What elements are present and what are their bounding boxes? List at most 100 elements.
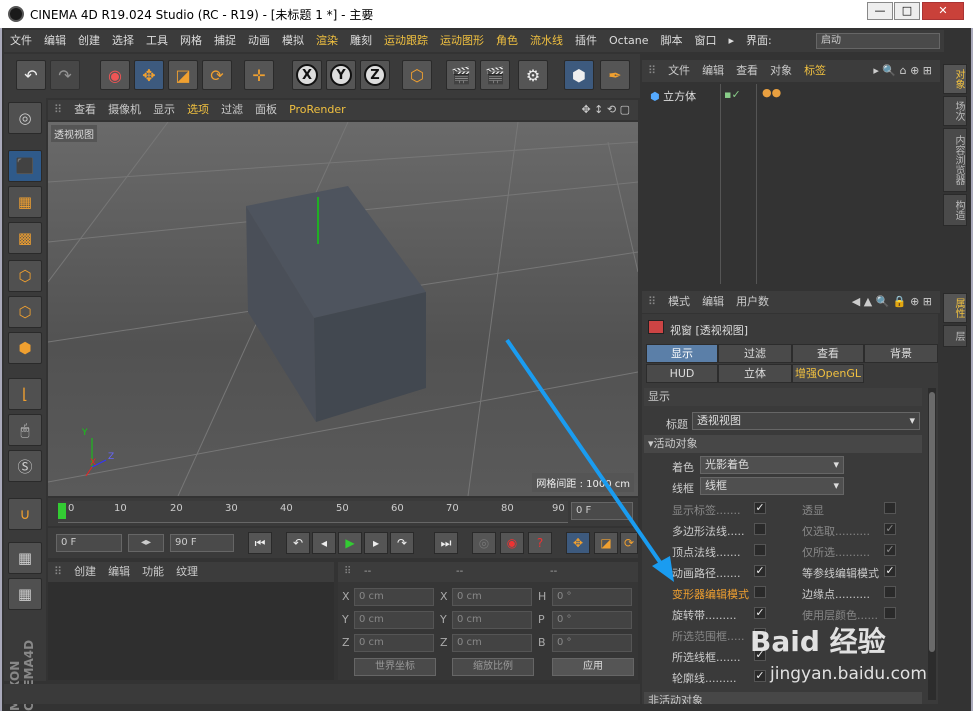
tab-stereo[interactable]: 立体 xyxy=(718,364,792,383)
object-row-cube[interactable]: ⬢ 立方体 xyxy=(650,88,696,104)
render-settings-icon[interactable]: ⚙ xyxy=(518,60,548,90)
menu-select[interactable]: 选择 xyxy=(106,30,140,52)
om-menu-file[interactable]: 文件 xyxy=(662,60,696,82)
om-menu-edit[interactable]: 编辑 xyxy=(696,60,730,82)
position-y-field[interactable]: 0 cm xyxy=(354,611,434,629)
polygon-normals-checkbox[interactable] xyxy=(754,523,766,535)
rotation-band-checkbox[interactable]: ✓ xyxy=(754,607,766,619)
keyframe-help-icon[interactable]: ? xyxy=(528,532,552,554)
maximize-button[interactable]: □ xyxy=(894,2,920,20)
size-y-field[interactable]: 0 cm xyxy=(452,611,532,629)
tab-layers[interactable]: 层 xyxy=(943,325,967,347)
coordinate-system-icon[interactable]: ⬡ xyxy=(402,60,432,90)
render-picture-viewer-icon[interactable]: 🎬 xyxy=(480,60,510,90)
rotation-b-field[interactable]: 0 ° xyxy=(552,634,632,652)
tab-content-browser[interactable]: 内容浏览器 xyxy=(943,128,967,192)
menu-snap[interactable]: 捕捉 xyxy=(208,30,242,52)
key-rotation-icon[interactable]: ⟳ xyxy=(620,532,638,554)
menu-edit[interactable]: 编辑 xyxy=(38,30,72,52)
visibility-check-icon[interactable]: ▪✓ xyxy=(724,88,741,101)
perspective-viewport[interactable]: Y Z X 透视视图 网格间距 : 1000 cm xyxy=(48,122,638,496)
texture-mode-icon[interactable]: ▦ xyxy=(8,186,42,218)
tab-hud[interactable]: HUD xyxy=(646,364,718,383)
only-selected-checkbox[interactable]: ✓ xyxy=(884,544,896,556)
make-editable-icon[interactable]: ◎ xyxy=(8,102,42,134)
cube-primitive-icon[interactable]: ⬢ xyxy=(564,60,594,90)
menu-motion-tracker[interactable]: 运动跟踪 xyxy=(378,30,434,52)
vertex-normals-checkbox[interactable] xyxy=(754,544,766,556)
viewport-menu-panel[interactable]: 面板 xyxy=(249,100,283,120)
menu-create[interactable]: 创建 xyxy=(72,30,106,52)
isoline-edit-checkbox[interactable]: ✓ xyxy=(884,565,896,577)
menu-simulate[interactable]: 模拟 xyxy=(276,30,310,52)
animation-path-checkbox[interactable]: ✓ xyxy=(754,565,766,577)
workplane-mode-icon[interactable]: ▩ xyxy=(8,222,42,254)
size-z-field[interactable]: 0 cm xyxy=(452,634,532,652)
move-icon[interactable]: ✥ xyxy=(134,60,164,90)
key-position-icon[interactable]: ✥ xyxy=(566,532,590,554)
om-menu-objects[interactable]: 对象 xyxy=(764,60,798,82)
position-x-field[interactable]: 0 cm xyxy=(354,588,434,606)
tab-attributes[interactable]: 属性 xyxy=(943,293,967,323)
next-key-icon[interactable]: ↷ xyxy=(390,532,414,554)
tab-view[interactable]: 查看 xyxy=(792,344,864,363)
am-tool-icons[interactable]: ◀ ▲ 🔍 🔒 ⊕ ⊞ xyxy=(846,291,938,313)
am-menu-userdata[interactable]: 用户数 xyxy=(730,291,775,313)
timeline-ruler[interactable]: 0 10 20 30 40 50 60 70 80 90 xyxy=(58,501,568,523)
menu-animate[interactable]: 动画 xyxy=(242,30,276,52)
section-active-object[interactable]: ▾活动对象 xyxy=(644,435,922,453)
size-x-field[interactable]: 0 cm xyxy=(452,588,532,606)
shading-select[interactable]: 光影着色 xyxy=(700,456,844,474)
edge-points-checkbox[interactable] xyxy=(884,586,896,598)
menu-script[interactable]: 脚本 xyxy=(655,30,689,52)
viewport-nav-icons[interactable]: ✥ ↕ ⟲ ▢ xyxy=(575,100,636,120)
deformer-edit-mode-checkbox[interactable] xyxy=(754,586,766,598)
title-field[interactable]: 透视视图 xyxy=(692,412,920,430)
start-frame-field[interactable]: 0 F xyxy=(56,534,122,552)
attribute-scrollbar[interactable] xyxy=(928,388,936,700)
live-select-icon[interactable]: ◉ xyxy=(100,60,130,90)
z-axis-lock-icon[interactable]: Z xyxy=(360,60,390,90)
record-disabled-icon[interactable]: ◎ xyxy=(472,532,496,554)
end-frame-field[interactable]: 90 F xyxy=(170,534,234,552)
viewport-menu-options[interactable]: 选项 xyxy=(181,100,215,120)
menu-plugins[interactable]: 插件 xyxy=(569,30,603,52)
edges-mode-icon[interactable]: ⬡ xyxy=(8,296,42,328)
menu-window[interactable]: 窗口 xyxy=(689,30,723,52)
x-axis-lock-icon[interactable]: X xyxy=(292,60,322,90)
viewport-menu-view[interactable]: 查看 xyxy=(68,100,102,120)
rotation-p-field[interactable]: 0 ° xyxy=(552,611,632,629)
model-mode-icon[interactable]: ⬛ xyxy=(8,150,42,182)
minimize-button[interactable]: — xyxy=(867,2,893,20)
viewport-menu-filter[interactable]: 过滤 xyxy=(215,100,249,120)
menu-more-icon[interactable]: ▸ xyxy=(723,30,741,52)
y-axis-lock-icon[interactable]: Y xyxy=(326,60,356,90)
frame-step-arrows[interactable]: ◂▸ xyxy=(128,534,164,552)
menu-mesh[interactable]: 网格 xyxy=(174,30,208,52)
rotation-h-field[interactable]: 0 ° xyxy=(552,588,632,606)
snap-icon[interactable]: Ⓢ xyxy=(8,450,42,482)
viewport-menu-display[interactable]: 显示 xyxy=(147,100,181,120)
menu-tools[interactable]: 工具 xyxy=(140,30,174,52)
axis-mode-icon[interactable]: ⌊ xyxy=(8,378,42,410)
points-mode-icon[interactable]: ⬡ xyxy=(8,260,42,292)
menu-sculpt[interactable]: 雕刻 xyxy=(344,30,378,52)
current-frame-field[interactable]: 0 F xyxy=(571,502,633,520)
rotate-icon[interactable]: ⟳ xyxy=(202,60,232,90)
wire-select[interactable]: 线框 xyxy=(700,477,844,495)
phong-tag-icon[interactable]: ●● xyxy=(762,86,781,99)
tab-filter[interactable]: 过滤 xyxy=(718,344,792,363)
workplane-lock-icon[interactable]: ▦ xyxy=(8,542,42,574)
transform-icon[interactable]: ✛ xyxy=(244,60,274,90)
outline-checkbox[interactable]: ✓ xyxy=(754,670,766,682)
goto-start-icon[interactable]: ⏮ xyxy=(248,532,272,554)
layer-color-checkbox[interactable] xyxy=(884,607,896,619)
layout-select[interactable]: 启动 xyxy=(816,33,940,49)
scale-mode-select[interactable]: 缩放比例 xyxy=(452,658,534,676)
close-button[interactable]: ✕ xyxy=(922,2,964,20)
prev-key-icon[interactable]: ↶ xyxy=(286,532,310,554)
om-menu-view[interactable]: 查看 xyxy=(730,60,764,82)
position-z-field[interactable]: 0 cm xyxy=(354,634,434,652)
xray-checkbox[interactable] xyxy=(884,502,896,514)
apply-button[interactable]: 应用 xyxy=(552,658,634,676)
